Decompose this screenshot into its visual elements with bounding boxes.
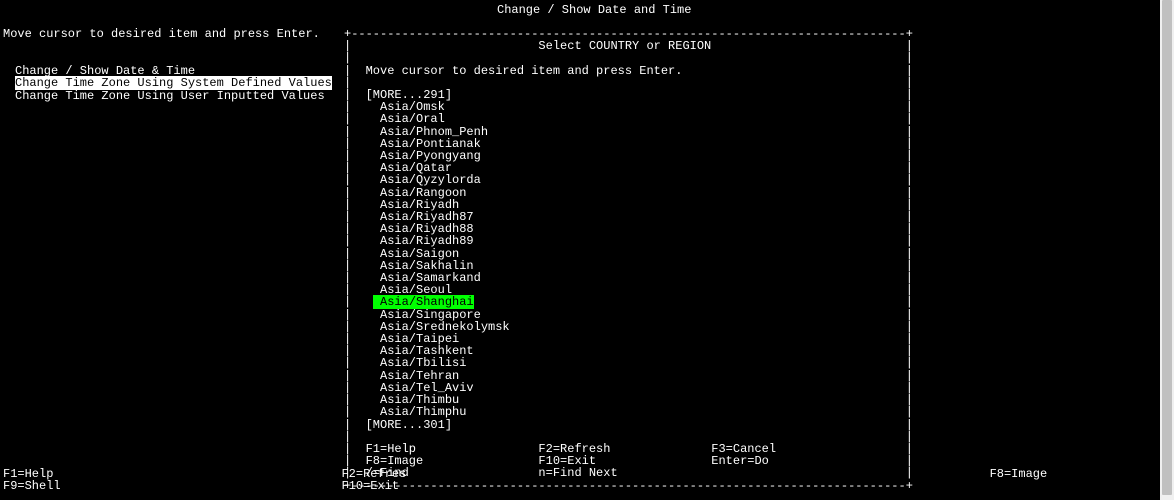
- page-title: Change / Show Date and Time: [497, 4, 691, 16]
- scrollbar-thumb[interactable]: [1162, 0, 1172, 495]
- country-dialog: +---------------------------------------…: [344, 28, 913, 492]
- country-item[interactable]: | Asia/Riyadh89 |: [344, 235, 913, 247]
- country-item[interactable]: | Asia/Phnom_Penh |: [344, 126, 913, 138]
- main-menu: Change / Show Date & Time Change Time Zo…: [15, 53, 332, 102]
- country-item[interactable]: | Asia/Qyzylorda |: [344, 174, 913, 186]
- country-item[interactable]: | Asia/Rangoon |: [344, 187, 913, 199]
- fkey-f10[interactable]: F10=Exit: [341, 479, 399, 493]
- scrollbar[interactable]: ▲: [1160, 0, 1174, 500]
- dialog-more-bottom[interactable]: | [MORE...301] |: [344, 419, 913, 431]
- dialog-instruction-row: | Move cursor to desired item and press …: [344, 65, 913, 77]
- dialog-empty: | |: [344, 52, 913, 64]
- menu-item-user-tz[interactable]: Change Time Zone Using User Inputted Val…: [15, 89, 325, 103]
- main-instruction: Move cursor to desired item and press En…: [3, 28, 320, 40]
- country-item[interactable]: | Asia/Oral |: [344, 113, 913, 125]
- fkey-f8[interactable]: F8=Image: [990, 467, 1048, 481]
- bottom-function-keys: F1=Help F2=Refres F8=Image F9=Shell F10=…: [3, 468, 1047, 492]
- country-item[interactable]: | Asia/Tbilisi |: [344, 357, 913, 369]
- country-item[interactable]: | Asia/Thimphu |: [344, 406, 913, 418]
- fkey-f9[interactable]: F9=Shell: [3, 479, 61, 493]
